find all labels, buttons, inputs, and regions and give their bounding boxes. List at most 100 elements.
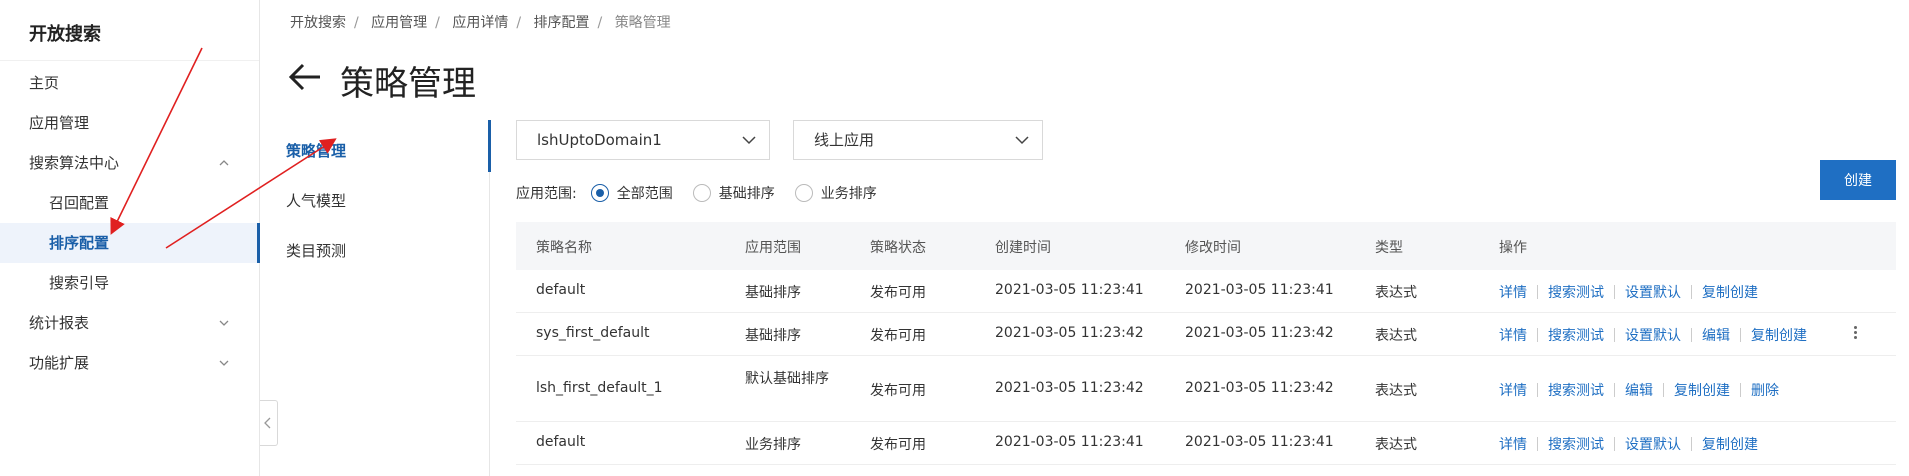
status-cell: 发布可用 bbox=[870, 383, 926, 399]
sidebar-item-label: 统计报表 bbox=[29, 314, 90, 332]
chevron-down-icon bbox=[219, 320, 229, 326]
env-select[interactable]: 线上应用 bbox=[793, 120, 1043, 160]
breadcrumb: 开放搜索 / 应用管理 / 应用详情 / 排序配置 / 策略管理 bbox=[290, 15, 671, 31]
strategy-name: sys_first_default bbox=[536, 325, 650, 341]
column-header: 应用范围 bbox=[745, 240, 801, 256]
radio-all-scope[interactable]: 全部范围 bbox=[590, 183, 673, 203]
strategy-name: default bbox=[536, 282, 586, 298]
breadcrumb-item[interactable]: 应用管理 bbox=[371, 15, 427, 31]
breadcrumb-item[interactable]: 排序配置 bbox=[534, 15, 590, 31]
table-header: 策略名称 应用范围 策略状态 创建时间 修改时间 类型 操作 bbox=[516, 222, 1896, 270]
scope-cell: 默认基础排序 bbox=[745, 371, 829, 387]
status-cell: 发布可用 bbox=[870, 437, 926, 453]
scope-radio-group: 应用范围: 全部范围 基础排序 业务排序 bbox=[516, 183, 877, 203]
chevron-up-icon bbox=[219, 160, 229, 166]
action-search-test-link[interactable]: 搜索测试 bbox=[1548, 282, 1604, 302]
radio-basic-sort[interactable]: 基础排序 bbox=[692, 183, 775, 203]
radio-label: 全部范围 bbox=[616, 186, 673, 202]
column-header: 策略名称 bbox=[536, 240, 592, 256]
row-actions: 详情 搜索测试 设置默认 复制创建 bbox=[1499, 434, 1758, 454]
more-vertical-icon[interactable] bbox=[1854, 324, 1858, 341]
table-row: default 业务排序 发布可用 2021-03-05 11:23:41 20… bbox=[516, 422, 1896, 465]
subnav-item-strategy[interactable]: 策略管理 bbox=[286, 140, 346, 161]
breadcrumb-current: 策略管理 bbox=[614, 15, 671, 31]
action-detail-link[interactable]: 详情 bbox=[1499, 380, 1527, 400]
sidebar-item-recall-config[interactable]: 召回配置 bbox=[0, 183, 259, 223]
action-delete-link[interactable]: 删除 bbox=[1751, 380, 1779, 400]
app-select-value: lshUptoDomain1 bbox=[537, 131, 662, 149]
modified-cell: 2021-03-05 11:23:42 bbox=[1185, 325, 1334, 341]
subnav-item-popularity[interactable]: 人气模型 bbox=[286, 190, 346, 211]
modified-cell: 2021-03-05 11:23:41 bbox=[1185, 282, 1334, 298]
row-actions: 详情 搜索测试 编辑 复制创建 删除 bbox=[1499, 380, 1779, 400]
sidebar-item-statistics[interactable]: 统计报表 bbox=[0, 303, 259, 343]
create-button[interactable]: 创建 bbox=[1820, 160, 1896, 200]
action-edit-link[interactable]: 编辑 bbox=[1702, 325, 1730, 345]
active-indicator bbox=[488, 120, 491, 172]
sidebar: 开放搜索 主页 应用管理 搜索算法中心 召回配置 排序配置 搜索引导 统计报表 … bbox=[0, 0, 260, 476]
radio-selected-icon bbox=[590, 184, 609, 202]
action-detail-link[interactable]: 详情 bbox=[1499, 434, 1527, 454]
modified-cell: 2021-03-05 11:23:41 bbox=[1185, 434, 1334, 450]
action-set-default-link[interactable]: 设置默认 bbox=[1625, 325, 1681, 345]
sidebar-item-app-management[interactable]: 应用管理 bbox=[0, 103, 259, 143]
action-edit-link[interactable]: 编辑 bbox=[1625, 380, 1653, 400]
divider bbox=[0, 60, 259, 61]
breadcrumb-item[interactable]: 应用详情 bbox=[452, 15, 508, 31]
scope-cell: 基础排序 bbox=[745, 328, 801, 344]
radio-business-sort[interactable]: 业务排序 bbox=[794, 183, 877, 203]
app-select[interactable]: lshUptoDomain1 bbox=[516, 120, 770, 160]
action-copy-create-link[interactable]: 复制创建 bbox=[1702, 282, 1758, 302]
chevron-down-icon bbox=[1015, 136, 1029, 145]
action-search-test-link[interactable]: 搜索测试 bbox=[1548, 325, 1604, 345]
radio-unselected-icon bbox=[794, 184, 813, 202]
chevron-down-icon bbox=[219, 360, 229, 366]
created-cell: 2021-03-05 11:23:42 bbox=[995, 380, 1144, 396]
app-title: 开放搜索 bbox=[29, 24, 101, 45]
scope-cell: 基础排序 bbox=[745, 285, 801, 301]
column-header: 修改时间 bbox=[1185, 240, 1241, 256]
modified-cell: 2021-03-05 11:23:42 bbox=[1185, 380, 1334, 396]
sidebar-item-extensions[interactable]: 功能扩展 bbox=[0, 343, 259, 383]
action-set-default-link[interactable]: 设置默认 bbox=[1625, 434, 1681, 454]
breadcrumb-item[interactable]: 开放搜索 bbox=[290, 15, 346, 31]
radio-unselected-icon bbox=[692, 184, 711, 202]
scope-label: 应用范围: bbox=[516, 186, 577, 202]
column-header: 操作 bbox=[1499, 240, 1527, 256]
created-cell: 2021-03-05 11:23:41 bbox=[995, 434, 1144, 450]
sidebar-item-sort-config[interactable]: 排序配置 bbox=[0, 223, 260, 263]
action-set-default-link[interactable]: 设置默认 bbox=[1625, 282, 1681, 302]
row-actions: 详情 搜索测试 设置默认 复制创建 bbox=[1499, 282, 1758, 302]
action-copy-create-link[interactable]: 复制创建 bbox=[1751, 325, 1807, 345]
sidebar-item-search-guide[interactable]: 搜索引导 bbox=[0, 263, 259, 303]
type-cell: 表达式 bbox=[1375, 285, 1417, 301]
action-detail-link[interactable]: 详情 bbox=[1499, 325, 1527, 345]
type-cell: 表达式 bbox=[1375, 437, 1417, 453]
strategy-table: 策略名称 应用范围 策略状态 创建时间 修改时间 类型 操作 default 基… bbox=[516, 222, 1896, 465]
radio-label: 业务排序 bbox=[820, 186, 877, 202]
type-cell: 表达式 bbox=[1375, 383, 1417, 399]
back-arrow-icon[interactable] bbox=[288, 60, 322, 94]
sidebar-item-home[interactable]: 主页 bbox=[0, 63, 259, 103]
sidebar-item-label: 搜索算法中心 bbox=[29, 154, 120, 172]
table-row: lsh_first_default_1 默认基础排序 发布可用 2021-03-… bbox=[516, 356, 1896, 422]
table-row: default 基础排序 发布可用 2021-03-05 11:23:41 20… bbox=[516, 270, 1896, 313]
action-copy-create-link[interactable]: 复制创建 bbox=[1674, 380, 1730, 400]
action-copy-create-link[interactable]: 复制创建 bbox=[1702, 434, 1758, 454]
action-search-test-link[interactable]: 搜索测试 bbox=[1548, 380, 1604, 400]
type-cell: 表达式 bbox=[1375, 328, 1417, 344]
row-actions: 详情 搜索测试 设置默认 编辑 复制创建 bbox=[1499, 325, 1807, 345]
created-cell: 2021-03-05 11:23:42 bbox=[995, 325, 1144, 341]
radio-label: 基础排序 bbox=[718, 186, 775, 202]
action-search-test-link[interactable]: 搜索测试 bbox=[1548, 434, 1604, 454]
subnav-item-category[interactable]: 类目预测 bbox=[286, 240, 346, 261]
chevron-down-icon bbox=[742, 136, 756, 145]
column-header: 策略状态 bbox=[870, 240, 926, 256]
status-cell: 发布可用 bbox=[870, 328, 926, 344]
env-select-value: 线上应用 bbox=[814, 131, 875, 149]
created-cell: 2021-03-05 11:23:41 bbox=[995, 282, 1144, 298]
sidebar-item-label: 功能扩展 bbox=[29, 354, 90, 372]
status-cell: 发布可用 bbox=[870, 285, 926, 301]
action-detail-link[interactable]: 详情 bbox=[1499, 282, 1527, 302]
sidebar-item-search-algorithm[interactable]: 搜索算法中心 bbox=[0, 143, 259, 183]
